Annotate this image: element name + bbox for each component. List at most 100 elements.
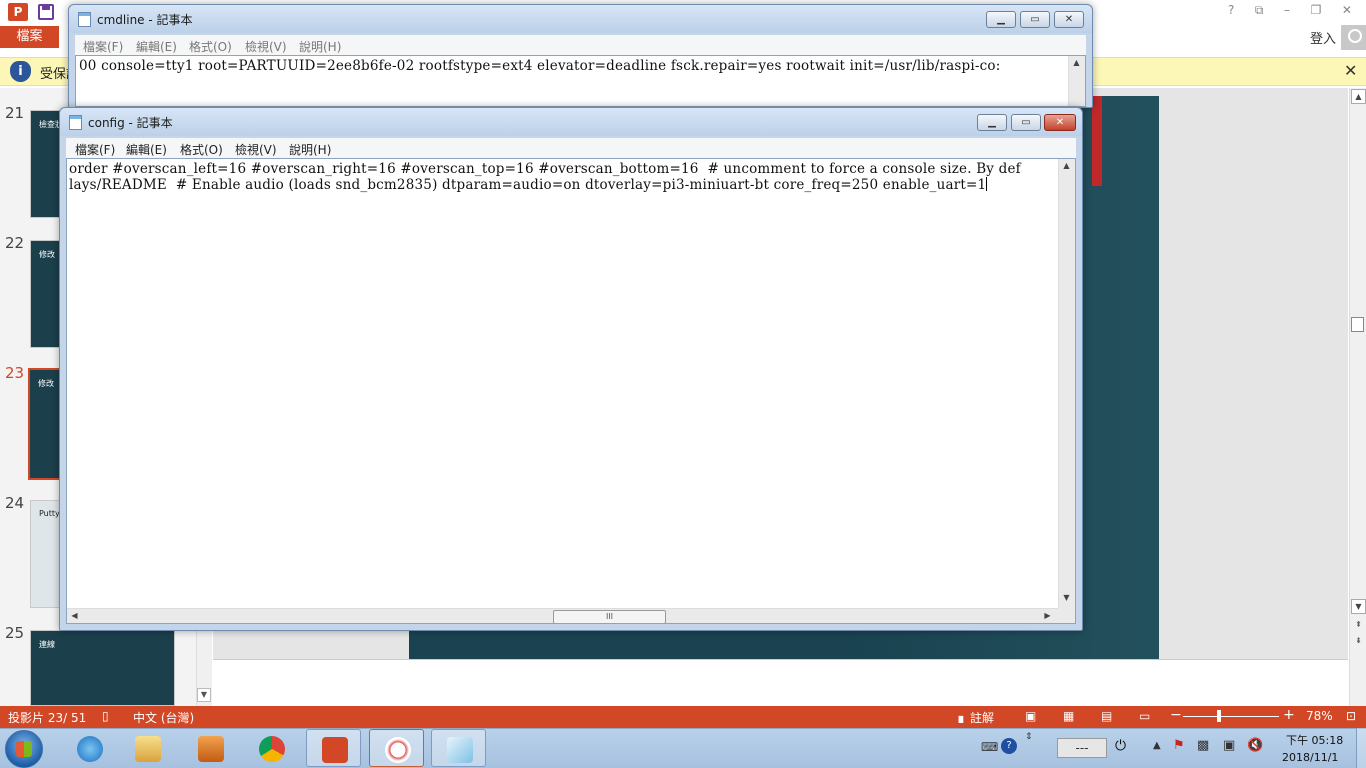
close-button[interactable]: ✕ (1054, 11, 1084, 28)
normal-view-icon[interactable]: ▣ (1025, 709, 1036, 723)
notepad-window-cmdline[interactable]: cmdline - 記事本 ▁ ▭ ✕ 檔案(F) 編輯(E) 格式(O) 檢視… (68, 4, 1093, 108)
show-hidden-icons[interactable]: ▲ (1153, 740, 1161, 751)
notes-pane[interactable] (213, 659, 1348, 706)
scroll-up-icon[interactable]: ▲ (1069, 56, 1084, 71)
volume-muted-icon[interactable]: 🔇 (1247, 738, 1263, 753)
network-icon[interactable]: ▣ (1223, 738, 1235, 753)
zoom-out-button[interactable]: − (1170, 707, 1182, 723)
menu-help[interactable]: 說明(H) (299, 38, 341, 55)
minimize-icon[interactable]: – (1284, 3, 1290, 23)
maximize-button[interactable]: ▭ (1011, 114, 1041, 131)
menu-format[interactable]: 格式(O) (189, 38, 232, 55)
taskbar-snipping-tool[interactable] (369, 729, 424, 767)
taskbar-chrome[interactable] (244, 729, 299, 767)
thumb-title: Putty (39, 509, 60, 518)
scroll-right-icon[interactable]: ▶ (1040, 609, 1055, 623)
taskbar-media-player[interactable] (183, 729, 238, 767)
scrollbar-thumb[interactable] (1351, 317, 1364, 332)
notepad-icon (69, 115, 82, 130)
show-desktop-button[interactable] (1356, 728, 1366, 768)
window-title: cmdline - 記事本 (97, 13, 193, 27)
menu-edit[interactable]: 編輯(E) (126, 141, 167, 158)
vertical-scrollbar[interactable]: ▲ (1068, 56, 1085, 106)
close-icon[interactable]: ✕ (1342, 3, 1352, 23)
text-area[interactable]: 00 console=tty1 root=PARTUUID=2ee8b6fe-0… (75, 55, 1086, 107)
menu-help[interactable]: 說明(H) (289, 141, 331, 158)
next-slide-icon[interactable]: ⇟ (1351, 634, 1366, 649)
thumb-number: 25 (5, 624, 25, 642)
shield-info-icon: i (10, 61, 31, 82)
menu-view[interactable]: 檢視(V) (245, 38, 287, 55)
title-bar[interactable]: cmdline - 記事本 ▁ ▭ ✕ (69, 5, 1092, 33)
scrollbar-thumb[interactable]: III (553, 610, 666, 623)
zoom-in-button[interactable]: + (1283, 707, 1295, 723)
clock-date[interactable]: 2018/11/1 (1282, 751, 1338, 764)
notes-icon[interactable]: ▗ (954, 709, 963, 723)
sign-in-link[interactable]: 登入 (1310, 28, 1336, 47)
menu-file[interactable]: 檔案(F) (83, 38, 123, 55)
power-plug-icon[interactable]: ⏻ (1115, 738, 1126, 754)
save-icon[interactable] (38, 4, 54, 20)
spellcheck-icon[interactable]: ▯ (102, 709, 109, 723)
taskbar-notepad[interactable] (431, 729, 486, 767)
menu-bar: 檔案(F) 編輯(E) 格式(O) 檢視(V) 說明(H) (75, 35, 1086, 55)
menu-edit[interactable]: 編輯(E) (136, 38, 177, 55)
clock-time[interactable]: 下午 05:18 (1286, 732, 1343, 748)
menu-bar: 檔案(F) 編輯(E) 格式(O) 檢視(V) 說明(H) (66, 138, 1076, 158)
notes-button[interactable]: 註解 (970, 709, 994, 726)
zoom-level[interactable]: 78% (1306, 709, 1333, 723)
menu-format[interactable]: 格式(O) (180, 141, 223, 158)
horizontal-scrollbar[interactable]: ◀ III ▶ (67, 608, 1058, 623)
usb-device-icon[interactable]: ▩ (1197, 738, 1209, 753)
help-icon[interactable]: ? (1228, 3, 1234, 23)
title-bar[interactable]: config - 記事本 ▁ ▭ ✕ (60, 108, 1082, 136)
slide-counter: 投影片 23/ 51 (8, 711, 87, 725)
scroll-down-icon[interactable]: ▼ (1059, 591, 1074, 606)
action-center-icon[interactable]: ⚑ (1173, 738, 1185, 753)
file-tab[interactable]: 檔案 (0, 26, 59, 48)
status-bar: 投影片 23/ 51 ▯ 中文 (台灣) ▗ 註解 ▣ ▦ ▤ ▭ − + 78… (0, 706, 1366, 728)
taskbar-ie[interactable] (62, 729, 117, 767)
thumb-title: 修改 (38, 379, 54, 388)
language-indicator[interactable]: 中文 (台灣) (133, 709, 194, 726)
taskbar-powerpoint[interactable] (306, 729, 361, 767)
scroll-down-icon[interactable]: ▼ (197, 688, 211, 702)
fit-to-window-icon[interactable]: ⊡ (1346, 709, 1356, 723)
slide-sorter-icon[interactable]: ▦ (1063, 709, 1074, 723)
vertical-scrollbar[interactable]: ▲ ▼ (1058, 159, 1075, 609)
close-icon[interactable]: ✕ (1344, 61, 1357, 80)
help-icon[interactable]: ? (1001, 738, 1017, 754)
scroll-up-icon[interactable]: ▲ (1351, 89, 1366, 104)
slide-scrollbar[interactable]: ▲ ▼ ⇞ ⇟ (1349, 88, 1366, 706)
maximize-button[interactable]: ▭ (1020, 11, 1050, 28)
start-button[interactable] (5, 730, 43, 768)
minimize-button[interactable]: ▁ (986, 11, 1016, 28)
scroll-down-icon[interactable]: ▼ (1351, 599, 1366, 614)
menu-view[interactable]: 檢視(V) (235, 141, 277, 158)
thumb-number: 21 (5, 104, 25, 122)
keyboard-icon[interactable]: ⌨ (981, 740, 998, 754)
zoom-slider-thumb[interactable] (1217, 710, 1221, 722)
avatar[interactable] (1341, 25, 1366, 50)
ribbon-display-icon[interactable]: ⧉ (1255, 3, 1264, 23)
slide-thumbnail[interactable]: 連線 (30, 630, 175, 706)
scroll-left-icon[interactable]: ◀ (67, 609, 82, 623)
text-line: order #overscan_left=16 #overscan_right=… (69, 161, 1021, 177)
slideshow-icon[interactable]: ▭ (1139, 709, 1150, 723)
scroll-up-icon[interactable]: ▲ (1059, 159, 1074, 174)
taskbar-file-manager[interactable] (120, 729, 175, 767)
close-button[interactable]: ✕ (1044, 114, 1076, 131)
language-bar-icon[interactable]: ⇕ (1025, 732, 1033, 742)
zoom-slider-track[interactable] (1183, 716, 1279, 717)
notepad-window-config[interactable]: config - 記事本 ▁ ▭ ✕ 檔案(F) 編輯(E) 格式(O) 檢視(… (59, 107, 1083, 631)
reading-view-icon[interactable]: ▤ (1101, 709, 1112, 723)
restore-icon[interactable]: ❐ (1311, 3, 1322, 23)
minimize-button[interactable]: ▁ (977, 114, 1007, 131)
thumb-number: 24 (5, 494, 25, 512)
battery-indicator[interactable]: --- (1057, 738, 1107, 758)
text-line: 00 console=tty1 root=PARTUUID=2ee8b6fe-0… (79, 58, 1001, 74)
text-line-with-caret: lays/README # Enable audio (loads snd_bc… (69, 177, 988, 193)
prev-slide-icon[interactable]: ⇞ (1351, 618, 1366, 633)
menu-file[interactable]: 檔案(F) (75, 141, 115, 158)
text-area[interactable]: order #overscan_left=16 #overscan_right=… (66, 158, 1076, 624)
